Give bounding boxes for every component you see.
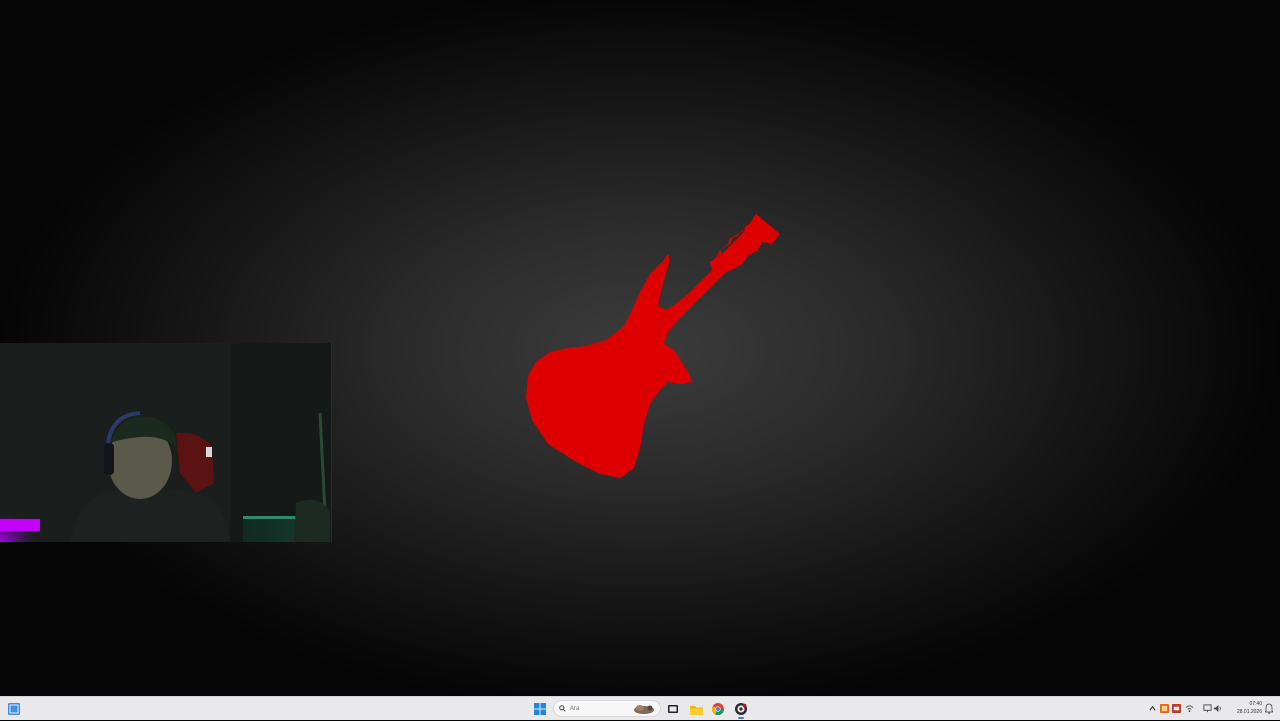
guitar-icon bbox=[526, 214, 780, 478]
clock[interactable]: 07:40 28.01.2026 bbox=[1226, 700, 1262, 716]
taskbar: Ara 07:40 28.01.2026 bbox=[0, 696, 1280, 720]
file-explorer-icon[interactable] bbox=[687, 700, 705, 718]
active-app-indicator bbox=[738, 717, 744, 719]
widget-icon bbox=[634, 704, 654, 714]
app-tray-icon-2[interactable] bbox=[1172, 704, 1181, 713]
chrome-icon[interactable] bbox=[709, 700, 727, 718]
windows-start-icon[interactable] bbox=[531, 700, 549, 718]
obs-icon[interactable] bbox=[732, 700, 750, 718]
notification-bell-icon[interactable] bbox=[1265, 703, 1273, 714]
search-icon bbox=[559, 705, 566, 712]
search-placeholder: Ara bbox=[570, 705, 580, 712]
task-view-icon[interactable] bbox=[664, 700, 682, 718]
network-icon[interactable] bbox=[1185, 704, 1194, 713]
clock-date: 28.01.2026 bbox=[1236, 709, 1262, 715]
app-tray-icon[interactable] bbox=[1160, 704, 1169, 713]
search-input[interactable]: Ara bbox=[553, 700, 661, 717]
webcam-feed bbox=[0, 343, 331, 542]
windows-icon[interactable] bbox=[5, 700, 23, 718]
webcam-overlay bbox=[0, 343, 332, 542]
desktop bbox=[0, 0, 1280, 696]
chevron-up-icon[interactable] bbox=[1148, 704, 1157, 713]
display-icon[interactable] bbox=[1203, 704, 1212, 713]
volume-icon[interactable] bbox=[1213, 704, 1222, 713]
clock-time: 07:40 bbox=[1249, 701, 1262, 707]
